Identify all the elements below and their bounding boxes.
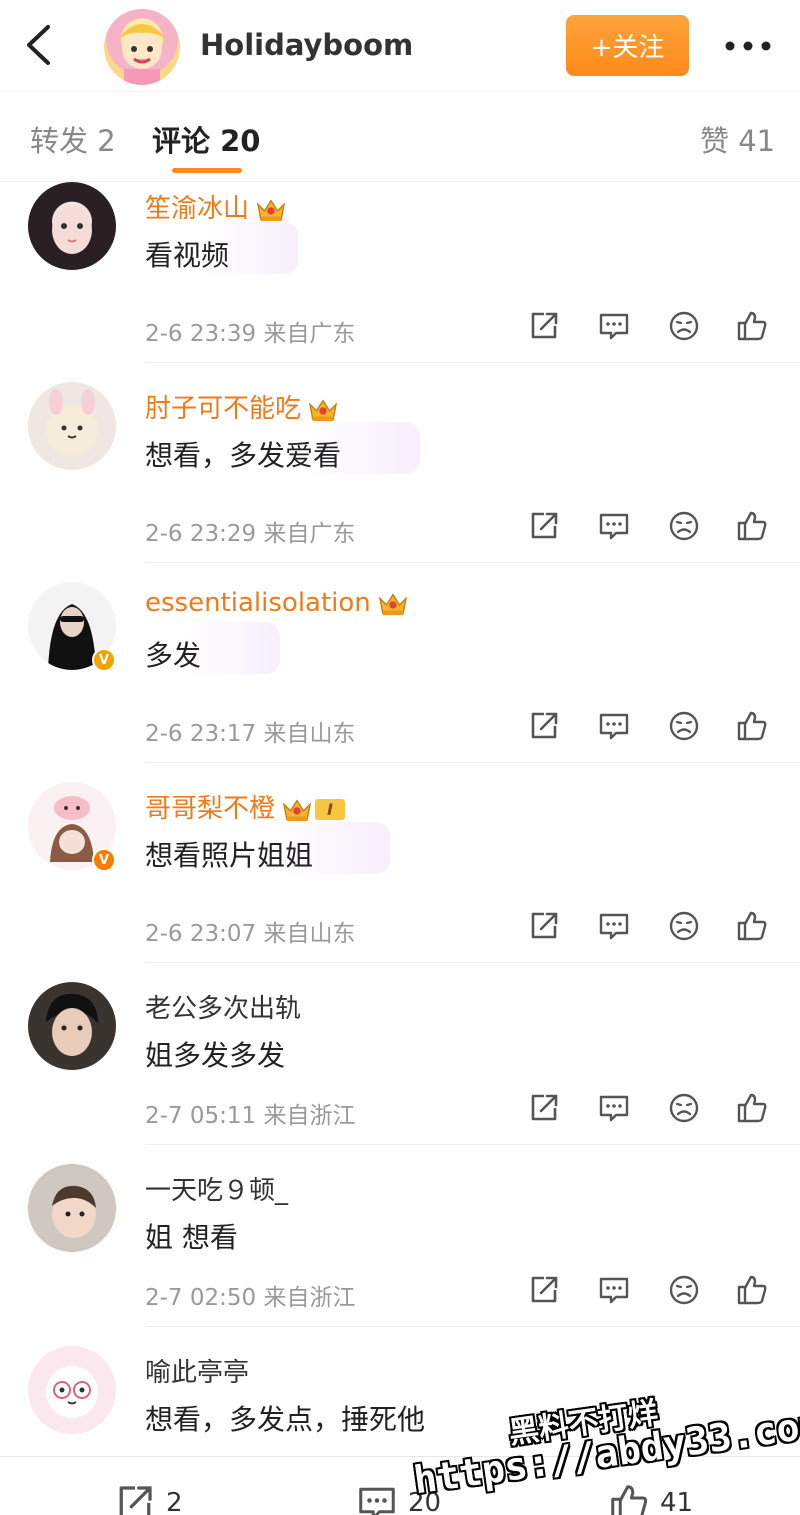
tab-likes[interactable]: 赞 41 <box>700 118 775 160</box>
commenter-name[interactable]: 哥哥梨不橙 I <box>145 788 345 825</box>
thumbs-up-icon[interactable] <box>736 1274 768 1306</box>
thumbs-up-icon[interactable] <box>736 310 768 342</box>
thumbs-up-icon <box>604 1483 654 1515</box>
back-button[interactable] <box>18 22 58 68</box>
avatar[interactable] <box>28 382 116 470</box>
repost-icon[interactable] <box>528 710 560 742</box>
more-button[interactable] <box>722 26 774 66</box>
comment-icon[interactable] <box>598 510 630 542</box>
sad-face-icon[interactable] <box>668 310 700 342</box>
comment-meta: 2-6 23:39 来自广东 <box>145 321 356 347</box>
avatar[interactable] <box>28 1346 116 1434</box>
verified-badge: V <box>92 848 116 872</box>
comment-text: 多发 <box>145 639 202 672</box>
sad-face-icon[interactable] <box>668 910 700 942</box>
repost-count: 2 <box>166 1488 183 1515</box>
commenter-name[interactable]: 一天吃９顿_ <box>145 1170 288 1207</box>
comment-text: 姐 想看 <box>145 1221 238 1254</box>
repost-icon[interactable] <box>528 910 560 942</box>
author-avatar[interactable] <box>104 9 180 85</box>
comment-meta: 2-7 05:11 来自浙江 <box>145 1103 356 1129</box>
divider <box>145 762 800 763</box>
divider <box>145 1326 800 1327</box>
comment-actions <box>528 710 778 746</box>
thumbs-up-icon[interactable] <box>736 710 768 742</box>
commenter-name[interactable]: 肘子可不能吃 <box>145 388 339 425</box>
vip-crown-icon <box>255 197 287 223</box>
comment-icon[interactable] <box>598 710 630 742</box>
vip-crown-icon <box>377 591 409 617</box>
thumbs-up-icon[interactable] <box>736 910 768 942</box>
sad-face-icon[interactable] <box>668 510 700 542</box>
vip-level-badge: I <box>315 799 345 820</box>
comment-actions <box>528 1092 778 1128</box>
divider <box>145 962 800 963</box>
comment-icon[interactable] <box>598 910 630 942</box>
sad-face-icon[interactable] <box>668 710 700 742</box>
vip-crown-icon <box>307 397 339 423</box>
comment-icon[interactable] <box>598 1092 630 1124</box>
like-button[interactable]: 41 <box>604 1483 693 1515</box>
avatar[interactable] <box>28 982 116 1070</box>
repost-icon <box>110 1483 160 1515</box>
comment-meta: 2-6 23:07 来自山东 <box>145 921 356 947</box>
comment-actions <box>528 1274 778 1310</box>
comment-meta: 2-6 23:29 来自广东 <box>145 521 356 547</box>
sad-face-icon[interactable] <box>668 1092 700 1124</box>
tab-bar: 转发 2 评论 20 赞 41 <box>0 92 800 182</box>
commenter-name[interactable]: 老公多次出轨 <box>145 988 301 1025</box>
commenter-name[interactable]: 笙渝冰山 <box>145 188 287 225</box>
thumbs-up-icon[interactable] <box>736 510 768 542</box>
comment-icon[interactable] <box>598 1274 630 1306</box>
vip-crown-icon <box>281 797 313 823</box>
comment-text: 看视频 <box>145 239 230 272</box>
thumbs-up-icon[interactable] <box>736 1092 768 1124</box>
comment-icon[interactable] <box>598 310 630 342</box>
divider <box>145 1144 800 1145</box>
comment-text: 想看照片姐姐 <box>145 839 314 872</box>
commenter-name[interactable]: essentialisolation <box>145 588 409 618</box>
comment-text: 想看，多发点，捶死他 <box>145 1403 426 1436</box>
comment-actions <box>528 510 778 546</box>
divider <box>145 562 800 563</box>
comment-actions <box>528 310 778 346</box>
avatar[interactable] <box>28 1164 116 1252</box>
repost-icon[interactable] <box>528 510 560 542</box>
repost-button[interactable]: 2 <box>110 1483 183 1515</box>
comment-meta: 2-6 23:17 来自山东 <box>145 721 356 747</box>
author-name[interactable]: Holidayboom <box>200 28 413 62</box>
commenter-name[interactable]: 喻此亭亭 <box>145 1352 249 1389</box>
chevron-left-icon <box>27 25 50 65</box>
follow-button[interactable]: +关注 <box>566 15 689 76</box>
comment-icon <box>352 1483 402 1515</box>
comment-text: 姐多发多发 <box>145 1039 286 1072</box>
comment-text: 想看，多发爱看 <box>145 439 342 472</box>
top-nav-bar: Holidayboom +关注 <box>0 0 800 92</box>
repost-icon[interactable] <box>528 1274 560 1306</box>
repost-icon[interactable] <box>528 310 560 342</box>
verified-badge: V <box>92 648 116 672</box>
repost-icon[interactable] <box>528 1092 560 1124</box>
like-count: 41 <box>660 1488 694 1515</box>
sad-face-icon[interactable] <box>668 1274 700 1306</box>
more-dots-icon <box>725 41 771 51</box>
comment-meta: 2-7 02:50 来自浙江 <box>145 1285 356 1311</box>
active-tab-indicator <box>172 168 242 173</box>
avatar[interactable] <box>28 182 116 270</box>
tab-repost[interactable]: 转发 2 <box>30 118 116 160</box>
divider <box>145 362 800 363</box>
tab-comments[interactable]: 评论 20 <box>152 118 260 160</box>
comment-actions <box>528 910 778 946</box>
